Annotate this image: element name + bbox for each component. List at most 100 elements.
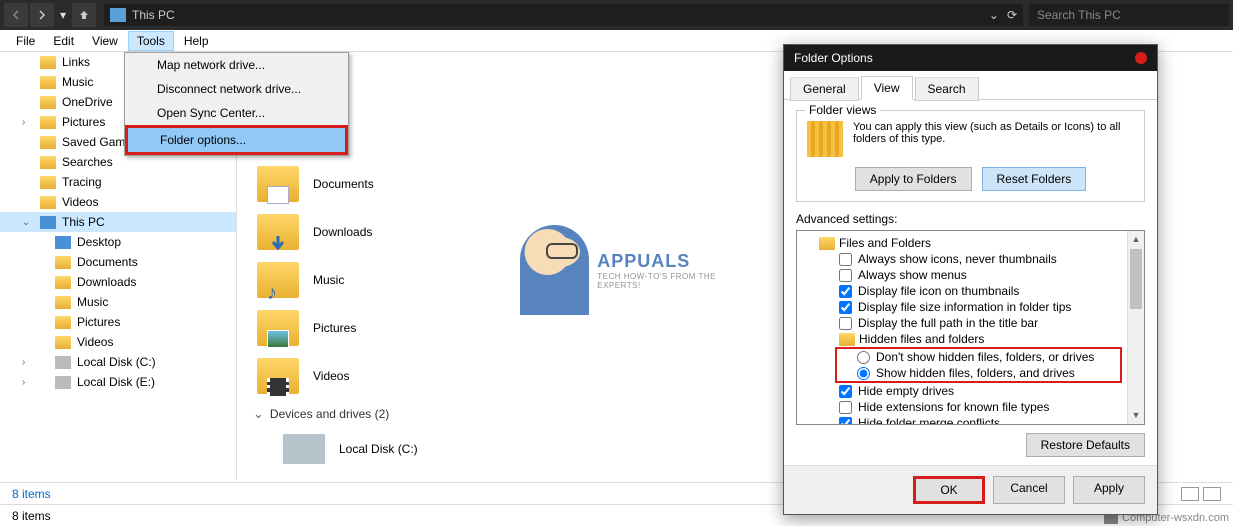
tree-diske[interactable]: ›Local Disk (E:) (0, 372, 236, 392)
menu-view[interactable]: View (84, 32, 126, 50)
icons-view-button[interactable] (1203, 487, 1221, 501)
settings-tree[interactable]: Files and Folders Always show icons, nev… (796, 230, 1145, 425)
scrollbar[interactable]: ▲ ▼ (1127, 231, 1144, 424)
dialog-buttons: OK Cancel Apply (784, 465, 1157, 514)
advanced-label: Advanced settings: (796, 212, 1145, 226)
opt-show-hidden[interactable]: Show hidden files, folders, and drives (837, 365, 1120, 381)
picture-overlay-icon (267, 330, 289, 348)
pc-icon (110, 8, 126, 22)
chevron-right-icon[interactable]: › (22, 377, 25, 388)
folder-icon (40, 156, 56, 169)
advanced-settings: Advanced settings: Files and Folders Alw… (796, 212, 1145, 425)
folder-icon (55, 296, 71, 309)
watermark-name: APPUALS (597, 251, 740, 272)
tree-tracing[interactable]: Tracing (0, 172, 236, 192)
tree-diskc[interactable]: ›Local Disk (C:) (0, 352, 236, 372)
folder-icon (40, 116, 56, 129)
menu-folder-options[interactable]: Folder options... (128, 128, 345, 152)
menu-map-drive[interactable]: Map network drive... (125, 53, 348, 77)
item-count: 8 items (12, 487, 51, 501)
tree-documents[interactable]: Documents (0, 252, 236, 272)
scroll-up-icon[interactable]: ▲ (1128, 231, 1144, 248)
tools-dropdown: Map network drive... Disconnect network … (124, 52, 349, 156)
chevron-right-icon[interactable]: › (22, 117, 25, 128)
tree-music2[interactable]: Music (0, 292, 236, 312)
folder-views-group: Folder views You can apply this view (su… (796, 110, 1145, 202)
tree-videos2[interactable]: Videos (0, 332, 236, 352)
scroll-thumb[interactable] (1130, 249, 1142, 309)
folder-icon (819, 237, 835, 250)
chevron-down-icon[interactable]: ⌄ (22, 217, 30, 228)
opt-icons-never[interactable]: Always show icons, never thumbnails (799, 251, 1142, 267)
tree-thispc[interactable]: ⌄This PC (0, 212, 236, 232)
item-count-2: 8 items (12, 509, 51, 523)
tab-general[interactable]: General (790, 77, 859, 101)
opt-size-info[interactable]: Display file size information in folder … (799, 299, 1142, 315)
folder-icon (55, 256, 71, 269)
opt-file-icon[interactable]: Display file icon on thumbnails (799, 283, 1142, 299)
ok-button[interactable]: OK (913, 476, 985, 504)
folder-icon (55, 336, 71, 349)
menu-edit[interactable]: Edit (45, 32, 82, 50)
chevron-right-icon[interactable]: › (22, 357, 25, 368)
reset-folders-button[interactable]: Reset Folders (982, 167, 1087, 191)
opt-hide-merge[interactable]: Hide folder merge conflicts (799, 415, 1142, 425)
folder-icon (40, 56, 56, 69)
up-button[interactable] (72, 3, 96, 27)
navigation-toolbar: ▾ This PC ⌄ ⟳ Search This PC (0, 0, 1233, 30)
pc-icon (40, 216, 56, 229)
menu-disconnect-drive[interactable]: Disconnect network drive... (125, 77, 348, 101)
cancel-button[interactable]: Cancel (993, 476, 1065, 504)
node-hidden: Hidden files and folders (799, 331, 1142, 347)
folder-icon (257, 310, 299, 346)
menu-file[interactable]: File (8, 32, 43, 50)
menu-tools[interactable]: Tools (128, 31, 174, 51)
restore-defaults-button[interactable]: Restore Defaults (1026, 433, 1145, 457)
recent-dropdown[interactable]: ▾ (56, 3, 70, 27)
dialog-titlebar[interactable]: Folder Options (784, 45, 1157, 71)
document-overlay-icon (267, 186, 289, 204)
menu-sync-center[interactable]: Open Sync Center... (125, 101, 348, 125)
dialog-tabs: General View Search (784, 71, 1157, 100)
disk-icon (55, 356, 71, 369)
address-dropdown-icon[interactable]: ⌄ (989, 8, 999, 22)
scroll-down-icon[interactable]: ▼ (1128, 407, 1144, 424)
tab-view[interactable]: View (861, 76, 913, 100)
search-input[interactable]: Search This PC (1029, 4, 1229, 26)
tab-search[interactable]: Search (915, 77, 979, 101)
forward-button[interactable] (30, 3, 54, 27)
apply-button[interactable]: Apply (1073, 476, 1145, 504)
apply-to-folders-button[interactable]: Apply to Folders (855, 167, 972, 191)
back-button[interactable] (4, 3, 28, 27)
folder-icon (55, 276, 71, 289)
opt-dont-show-hidden[interactable]: Don't show hidden files, folders, or dri… (837, 349, 1120, 365)
address-text: This PC (132, 8, 175, 22)
tree-desktop[interactable]: Desktop (0, 232, 236, 252)
group-title: Folder views (805, 103, 880, 117)
folder-icon (40, 176, 56, 189)
opt-show-menus[interactable]: Always show menus (799, 267, 1142, 283)
opt-hide-ext[interactable]: Hide extensions for known file types (799, 399, 1142, 415)
tree-pictures2[interactable]: Pictures (0, 312, 236, 332)
watermark: APPUALS TECH HOW-TO'S FROM THE EXPERTS! (520, 220, 740, 320)
folder-icon (257, 214, 299, 250)
folder-icon (257, 358, 299, 394)
opt-full-path[interactable]: Display the full path in the title bar (799, 315, 1142, 331)
opt-hide-empty[interactable]: Hide empty drives (799, 383, 1142, 399)
mascot-icon (520, 225, 589, 315)
menu-help[interactable]: Help (176, 32, 217, 50)
address-bar[interactable]: This PC ⌄ ⟳ (104, 4, 1023, 26)
folder-icon: ♪ (257, 262, 299, 298)
dialog-title: Folder Options (794, 51, 873, 65)
refresh-icon[interactable]: ⟳ (1007, 8, 1017, 22)
details-view-button[interactable] (1181, 487, 1199, 501)
folder-icon (55, 316, 71, 329)
folder-view-icon (807, 121, 843, 157)
search-placeholder: Search This PC (1037, 8, 1121, 22)
disk-icon (55, 376, 71, 389)
node-files-folders: Files and Folders (799, 235, 1142, 251)
tree-downloads[interactable]: Downloads (0, 272, 236, 292)
close-icon[interactable] (1135, 52, 1147, 64)
tree-videos[interactable]: Videos (0, 192, 236, 212)
music-overlay-icon: ♪ (267, 282, 289, 300)
